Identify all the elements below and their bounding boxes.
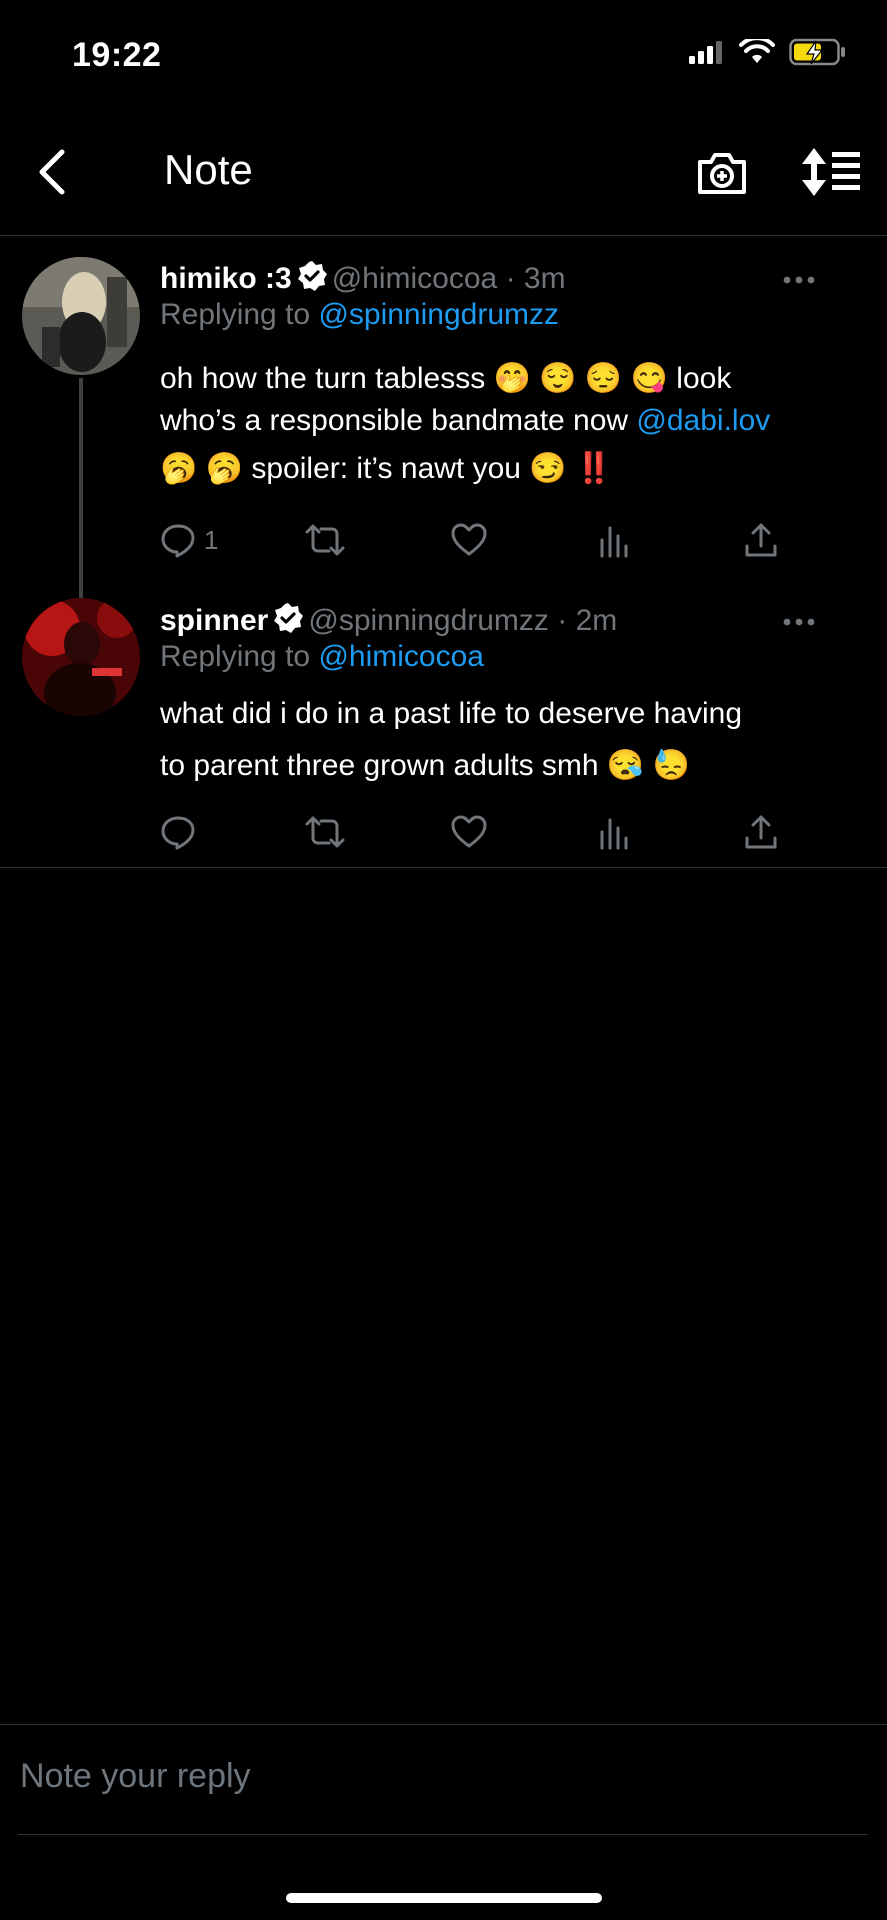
avatar[interactable]	[22, 257, 140, 375]
retweet-icon	[305, 524, 345, 556]
reply-button[interactable]: 1	[160, 518, 218, 562]
camera-add-button[interactable]	[696, 146, 748, 198]
retweet-icon	[305, 816, 345, 848]
battery-charging-icon	[789, 38, 845, 66]
verified-badge-icon	[297, 261, 327, 291]
tweet-header: spinner @spinningdrumzz · 2m	[160, 602, 847, 638]
tweet-actions	[160, 810, 780, 854]
wifi-icon	[739, 39, 775, 63]
reply-input-underline	[18, 1834, 868, 1835]
reply-count: 1	[204, 524, 219, 555]
tweet-text-line: what did i do in a past life to deserve …	[160, 697, 743, 730]
like-button[interactable]	[450, 810, 488, 854]
camera-plus-icon	[698, 153, 746, 194]
tweet-timestamp: · 2m	[557, 604, 618, 637]
replying-to-mention[interactable]: @himicocoa	[318, 640, 484, 673]
back-button[interactable]	[28, 144, 74, 200]
share-button[interactable]	[744, 518, 778, 562]
more-options-button[interactable]	[779, 606, 819, 626]
nav-header: Note	[0, 110, 887, 236]
author-handle[interactable]: @spinningdrumzz	[308, 604, 549, 637]
reply-composer	[0, 1724, 887, 1835]
views-button[interactable]	[598, 518, 630, 562]
tweet-text-segment: who’s a responsible bandmate now	[160, 404, 637, 437]
more-horizontal-icon	[783, 618, 815, 626]
reply-button[interactable]	[160, 810, 204, 854]
tweet-text-line: who’s a responsible bandmate now @dabi.l…	[160, 400, 847, 442]
reply-input[interactable]	[18, 1747, 862, 1805]
replying-to-line: Replying to @spinningdrumzz	[160, 298, 559, 332]
tweet-timestamp: · 3m	[505, 262, 566, 295]
replying-to-label: Replying to	[160, 298, 311, 331]
mention-link[interactable]: @dabi.lov	[636, 404, 770, 437]
retweet-button[interactable]	[304, 518, 346, 562]
heart-icon	[451, 815, 487, 848]
tweet-text-segment: 🥱 🥱 spoiler: it’s nawt you 😏	[160, 452, 575, 485]
home-indicator[interactable]	[286, 1893, 602, 1903]
avatar[interactable]	[22, 598, 140, 716]
heart-icon	[451, 523, 487, 556]
bar-chart-icon	[600, 526, 628, 558]
tweet[interactable]: himiko :3 @himicocoa · 3m Replying to @sp…	[0, 236, 887, 598]
views-button[interactable]	[598, 810, 630, 854]
reply-icon	[161, 816, 195, 850]
tweet-text: what did i do in a past life to deserve …	[160, 688, 847, 792]
status-time: 19:22	[72, 36, 162, 74]
avatar-image-spinner	[22, 598, 140, 716]
more-horizontal-icon	[783, 276, 815, 284]
sort-icon	[802, 148, 860, 196]
tweet-text-line: to parent three grown adults smh 😪 😓	[160, 749, 690, 782]
like-button[interactable]	[450, 518, 488, 562]
share-button[interactable]	[744, 810, 778, 854]
page-title: Note	[164, 146, 253, 193]
cellular-signal-icon	[689, 41, 722, 64]
share-icon	[745, 815, 777, 849]
avatar-image-himiko	[22, 257, 140, 375]
tweet-header: himiko :3 @himicocoa · 3m	[160, 260, 847, 296]
thread-connector-line	[79, 378, 83, 598]
bar-chart-icon	[600, 818, 628, 850]
author-handle[interactable]: @himicocoa	[332, 262, 498, 295]
more-options-button[interactable]	[779, 264, 819, 284]
retweet-button[interactable]	[304, 810, 346, 854]
chevron-left-icon	[39, 149, 65, 195]
double-exclamation-emoji: ‼️	[574, 452, 613, 485]
tweet-actions: 1	[160, 518, 780, 562]
share-icon	[745, 523, 777, 557]
tweet-text-line: oh how the turn tablesss 🤭 😌 😔 😋 look	[160, 362, 732, 395]
tweet-text-line: 🥱 🥱 spoiler: it’s nawt you 😏 ‼️	[160, 448, 847, 490]
replying-to-mention[interactable]: @spinningdrumzz	[318, 298, 559, 331]
thread-divider	[0, 867, 887, 868]
reply-icon	[161, 524, 195, 558]
replying-to-line: Replying to @himicocoa	[160, 640, 484, 674]
status-bar: 19:22	[0, 0, 887, 110]
tweet[interactable]: spinner @spinningdrumzz · 2m Replying to …	[0, 596, 887, 866]
tweet-text: oh how the turn tablesss 🤭 😌 😔 😋 look wh…	[160, 358, 847, 490]
status-icons	[689, 38, 847, 66]
author-name[interactable]: himiko :3	[160, 262, 292, 295]
replying-to-label: Replying to	[160, 640, 311, 673]
author-name[interactable]: spinner	[160, 604, 268, 637]
verified-badge-icon	[274, 603, 304, 633]
sort-replies-button[interactable]	[800, 146, 862, 198]
